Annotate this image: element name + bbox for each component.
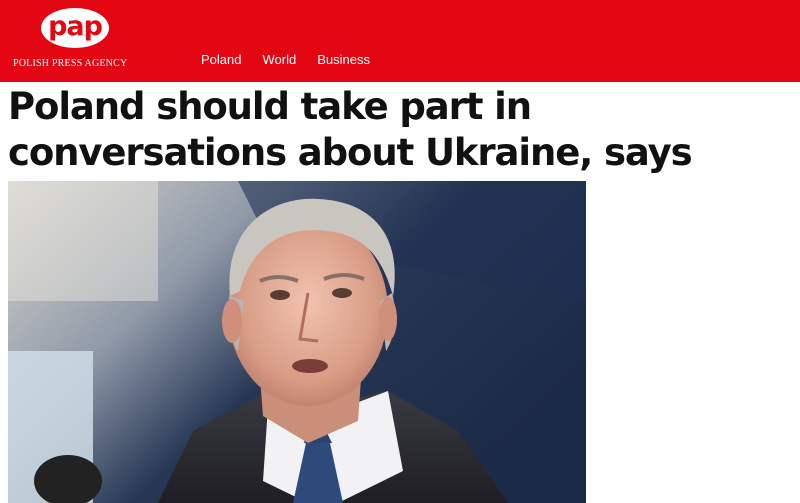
nav-item-world[interactable]: World bbox=[262, 52, 296, 67]
site-header: pap POLISH PRESS AGENCY Poland World Bus… bbox=[0, 0, 800, 82]
article-photo bbox=[8, 181, 586, 503]
photo-illustration bbox=[8, 181, 586, 503]
site-tagline: POLISH PRESS AGENCY bbox=[13, 58, 128, 69]
main-nav: Poland World Business bbox=[201, 52, 391, 67]
logo-text: pap bbox=[48, 11, 103, 42]
nav-item-poland[interactable]: Poland bbox=[201, 52, 241, 67]
pap-logo[interactable]: pap bbox=[41, 8, 109, 48]
nav-item-business[interactable]: Business bbox=[317, 52, 370, 67]
